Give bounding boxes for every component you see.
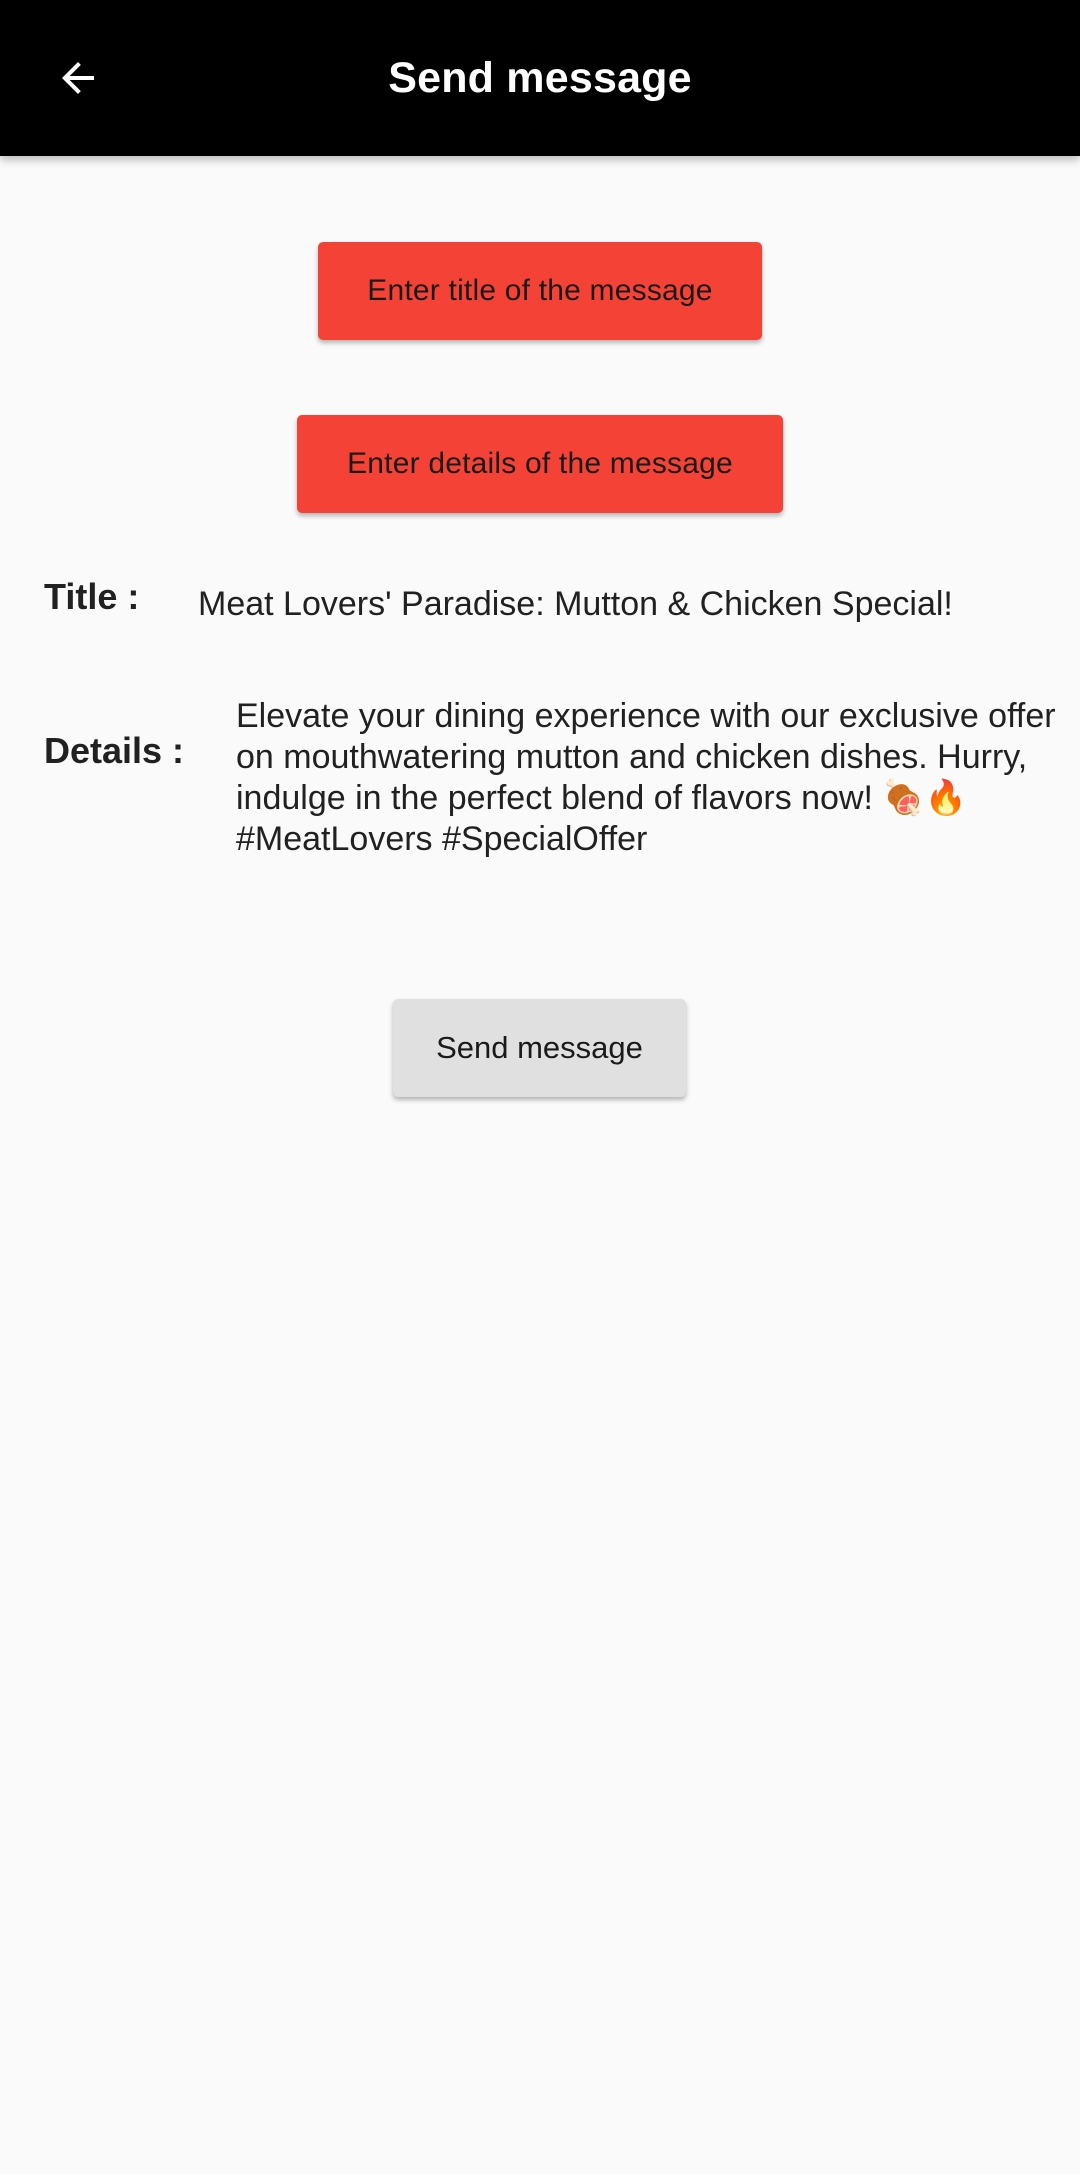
enter-details-button[interactable]: Enter details of the message [297, 415, 783, 513]
details-label: Details : [44, 730, 185, 771]
send-message-button[interactable]: Send message [393, 999, 686, 1097]
title-value: Meat Lovers' Paradise: Mutton & Chicken … [198, 585, 953, 623]
title-label: Title : [44, 576, 140, 617]
page-title: Send message [388, 54, 692, 102]
details-value: Elevate your dining experience with our … [236, 697, 1056, 858]
main-content: Enter title of the message Enter details… [0, 156, 1080, 2174]
enter-title-button[interactable]: Enter title of the message [318, 242, 762, 340]
app-bar: Send message [0, 0, 1080, 156]
